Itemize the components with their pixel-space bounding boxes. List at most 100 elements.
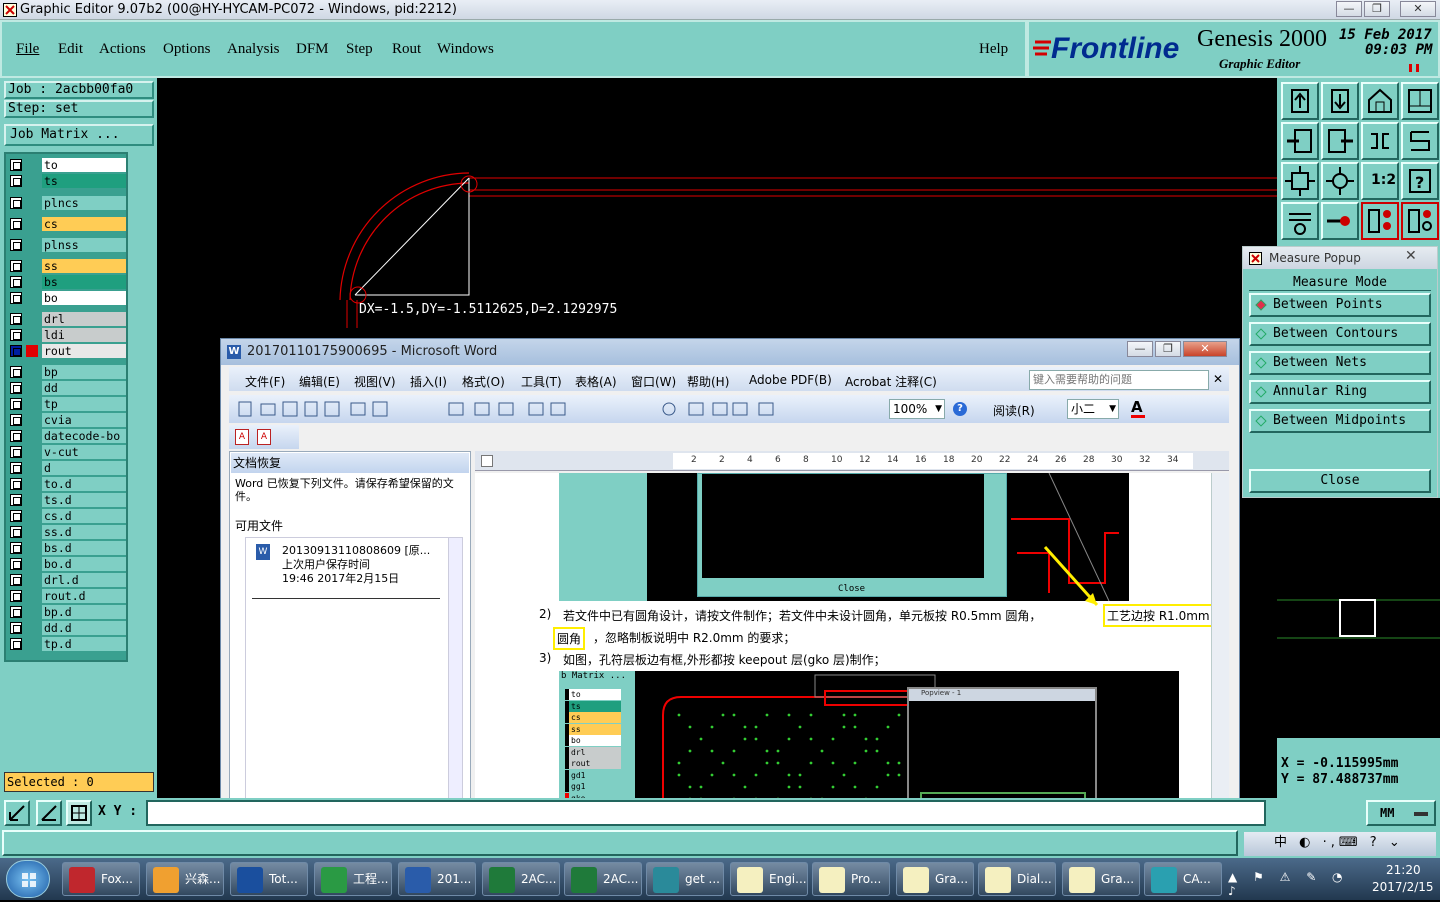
- layer-name[interactable]: ts.d: [42, 493, 126, 507]
- layer-row-to[interactable]: to: [8, 158, 126, 172]
- menu-step[interactable]: Step: [346, 41, 373, 58]
- layer-checkbox[interactable]: [10, 313, 22, 325]
- layer-name[interactable]: to: [42, 158, 126, 172]
- clock-date[interactable]: 2017/2/15: [1372, 880, 1434, 894]
- layer-name[interactable]: bp: [42, 365, 126, 379]
- layer-row-ts.d[interactable]: ts.d: [8, 493, 126, 507]
- layer-row-bs[interactable]: bs: [8, 275, 126, 289]
- layer-row-ts[interactable]: ts: [8, 174, 126, 188]
- word-menu-insert[interactable]: 插入(I): [410, 373, 447, 390]
- layer-name[interactable]: bo.d: [42, 557, 126, 571]
- layer-checkbox[interactable]: [10, 638, 22, 650]
- layer-row-plnss[interactable]: plnss: [8, 238, 126, 252]
- layer-checkbox[interactable]: [10, 606, 22, 618]
- tool-snap-icon[interactable]: [1401, 122, 1439, 160]
- layer-row-bp[interactable]: bp: [8, 365, 126, 379]
- layer-row-bp.d[interactable]: bp.d: [8, 605, 126, 619]
- layer-name[interactable]: bp.d: [42, 605, 126, 619]
- menu-actions[interactable]: Actions: [99, 41, 146, 58]
- layer-checkbox[interactable]: [10, 542, 22, 554]
- word-menu-help[interactable]: 帮助(H): [687, 373, 729, 390]
- taskbar-item[interactable]: 201...: [398, 862, 476, 896]
- layer-checkbox[interactable]: [10, 260, 22, 272]
- layer-checkbox[interactable]: [10, 382, 22, 394]
- layer-name[interactable]: ss.d: [42, 525, 126, 539]
- maximize-button[interactable]: ❐: [1364, 1, 1390, 17]
- tool-save-icon[interactable]: [1321, 82, 1359, 120]
- layer-row-dd[interactable]: dd: [8, 381, 126, 395]
- snap-angle-icon[interactable]: [36, 800, 62, 826]
- layer-name[interactable]: plncs: [42, 196, 126, 210]
- clock-time[interactable]: 21:20: [1386, 863, 1421, 877]
- mode-between-contours[interactable]: Between Contours: [1249, 322, 1431, 346]
- ime-toolbar[interactable]: 中 ◐ ·,⌨ ? ⌄: [1244, 832, 1436, 856]
- layer-row-d[interactable]: d: [8, 461, 126, 475]
- taskbar-item[interactable]: Engi...: [730, 862, 808, 896]
- word-menu-window[interactable]: 窗口(W): [631, 373, 676, 390]
- layer-checkbox[interactable]: [10, 239, 22, 251]
- layer-row-v-cut[interactable]: v-cut: [8, 445, 126, 459]
- layer-checkbox[interactable]: [10, 159, 22, 171]
- layer-name[interactable]: ts: [42, 174, 126, 188]
- tool-window-icon[interactable]: [1401, 82, 1439, 120]
- layer-checkbox[interactable]: [10, 462, 22, 474]
- snap-center-icon[interactable]: [66, 800, 92, 826]
- tool-home-icon[interactable]: [1361, 82, 1399, 120]
- layer-checkbox[interactable]: [10, 345, 22, 357]
- layer-name[interactable]: tp.d: [42, 637, 126, 651]
- layer-name[interactable]: to.d: [42, 477, 126, 491]
- layer-name[interactable]: d: [42, 461, 126, 475]
- word-help-icon[interactable]: ?: [953, 402, 967, 416]
- font-color-icon[interactable]: A: [1131, 399, 1145, 418]
- layer-checkbox[interactable]: [10, 292, 22, 304]
- layer-name[interactable]: bo: [42, 291, 126, 305]
- layer-name[interactable]: bs: [42, 275, 126, 289]
- layer-checkbox[interactable]: [10, 526, 22, 538]
- layer-row-rout.d[interactable]: rout.d: [8, 589, 126, 603]
- layer-checkbox[interactable]: [10, 510, 22, 522]
- word-menu-acrobat[interactable]: Acrobat 注释(C): [845, 373, 937, 390]
- layer-row-rout[interactable]: rout: [8, 344, 126, 358]
- tool-settings-icon[interactable]: [1281, 202, 1319, 240]
- menu-analysis[interactable]: Analysis: [227, 41, 280, 58]
- word-fontsize-select[interactable]: 小二 ▼: [1067, 399, 1119, 419]
- word-menu-format[interactable]: 格式(O): [462, 373, 505, 390]
- layer-checkbox[interactable]: [10, 430, 22, 442]
- word-menu-file[interactable]: 文件(F): [245, 373, 285, 390]
- taskbar-item[interactable]: Fox...: [62, 862, 140, 896]
- layer-row-dd.d[interactable]: dd.d: [8, 621, 126, 635]
- layer-row-bs.d[interactable]: bs.d: [8, 541, 126, 555]
- horizontal-ruler[interactable]: 2 2 4 6 8 10 12 14 16 18 20 22 24 26 28 30 32 34: [475, 451, 1229, 471]
- units-select[interactable]: MM: [1366, 800, 1436, 826]
- tool-zoom-left-icon[interactable]: [1281, 122, 1319, 160]
- taskbar-item[interactable]: Pro...: [812, 862, 890, 896]
- layer-row-drl.d[interactable]: drl.d: [8, 573, 126, 587]
- menu-edit[interactable]: Edit: [58, 41, 83, 58]
- taskbar-item[interactable]: Tot...: [230, 862, 308, 896]
- tool-center-icon[interactable]: [1321, 162, 1359, 200]
- layer-checkbox[interactable]: [10, 197, 22, 209]
- word-close-button[interactable]: ✕: [1183, 341, 1227, 357]
- snap-grid-icon[interactable]: [4, 800, 30, 826]
- taskbar-item[interactable]: Dial...: [978, 862, 1056, 896]
- tool-open-icon[interactable]: [1281, 82, 1319, 120]
- layer-row-cs.d[interactable]: cs.d: [8, 509, 126, 523]
- tool-mirror-icon[interactable]: [1361, 122, 1399, 160]
- layer-name[interactable]: rout.d: [42, 589, 126, 603]
- layer-name[interactable]: tp: [42, 397, 126, 411]
- layer-checkbox[interactable]: [10, 276, 22, 288]
- word-menu-edit[interactable]: 编辑(E): [299, 373, 340, 390]
- layer-row-ss.d[interactable]: ss.d: [8, 525, 126, 539]
- menu-dfm[interactable]: DFM: [296, 41, 329, 58]
- layer-row-cvia[interactable]: cvia: [8, 413, 126, 427]
- word-menu-tools[interactable]: 工具(T): [521, 373, 562, 390]
- layer-row-to.d[interactable]: to.d: [8, 477, 126, 491]
- word-read-button[interactable]: 阅读(R): [993, 402, 1035, 419]
- layer-name[interactable]: v-cut: [42, 445, 126, 459]
- measure-close-button[interactable]: Close: [1249, 469, 1431, 493]
- taskbar-item[interactable]: 工程...: [314, 862, 392, 896]
- layer-name[interactable]: plnss: [42, 238, 126, 252]
- layer-row-bo.d[interactable]: bo.d: [8, 557, 126, 571]
- layer-checkbox[interactable]: [10, 329, 22, 341]
- layer-checkbox[interactable]: [10, 494, 22, 506]
